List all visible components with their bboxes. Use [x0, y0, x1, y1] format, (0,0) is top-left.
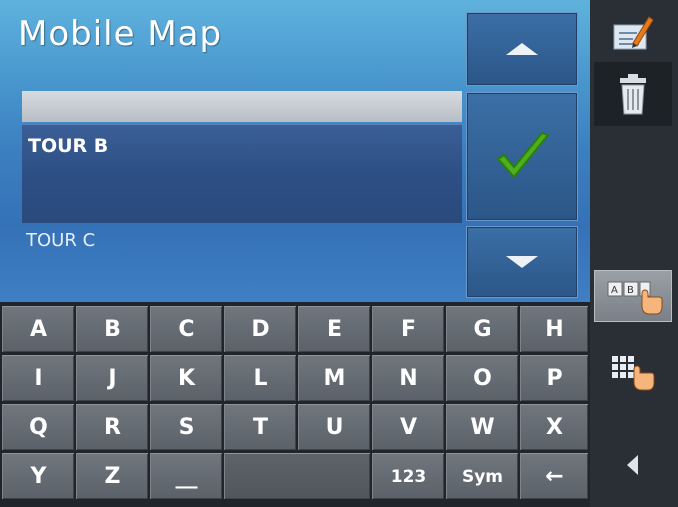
- screen: Mobile Map TOUR B TOUR C A B C D E F G H…: [0, 0, 678, 507]
- svg-text:A: A: [611, 285, 618, 296]
- abc-keyboard-button[interactable]: A B: [594, 270, 672, 322]
- key-b[interactable]: B: [76, 306, 148, 352]
- edit-notes-icon: [613, 16, 654, 50]
- keypad-grid-icon: [612, 356, 655, 391]
- main-panel: Mobile Map TOUR B TOUR C: [0, 0, 590, 302]
- key-a[interactable]: A: [2, 306, 74, 352]
- key-z[interactable]: Z: [76, 453, 148, 499]
- key-p[interactable]: P: [520, 355, 588, 401]
- app-title: Mobile Map: [18, 14, 223, 54]
- key-e[interactable]: E: [298, 306, 370, 352]
- scroll-up-button[interactable]: [466, 12, 578, 86]
- edit-button[interactable]: [594, 4, 672, 62]
- delete-button[interactable]: [594, 62, 672, 126]
- key-o[interactable]: O: [446, 355, 518, 401]
- keypad-button[interactable]: [594, 342, 672, 402]
- key-m[interactable]: M: [298, 355, 370, 401]
- on-screen-keyboard: A B C D E F G H I J K L M N O P Q R S T …: [0, 302, 590, 507]
- key-backspace[interactable]: ←: [520, 453, 588, 499]
- scroll-down-button[interactable]: [466, 226, 578, 298]
- key-f[interactable]: F: [372, 306, 444, 352]
- abc-keyboard-icon: A B: [607, 281, 663, 315]
- key-n[interactable]: N: [372, 355, 444, 401]
- arrow-up-icon: [506, 43, 538, 55]
- key-r[interactable]: R: [76, 404, 148, 450]
- key-t[interactable]: T: [224, 404, 296, 450]
- checkmark-icon: [496, 131, 550, 179]
- key-y[interactable]: Y: [2, 453, 74, 499]
- back-button[interactable]: [594, 430, 672, 500]
- key-j[interactable]: J: [76, 355, 148, 401]
- key-u[interactable]: U: [298, 404, 370, 450]
- key-c[interactable]: C: [150, 306, 222, 352]
- back-arrow-icon: [627, 455, 638, 475]
- arrow-down-icon: [506, 256, 538, 268]
- key-g[interactable]: G: [446, 306, 518, 352]
- key-x[interactable]: X: [520, 404, 588, 450]
- sidebar: A B: [590, 0, 678, 507]
- list-item-label: TOUR B: [28, 135, 109, 157]
- key-space[interactable]: [224, 453, 370, 499]
- list-item[interactable]: TOUR C: [26, 230, 95, 251]
- key-v[interactable]: V: [372, 404, 444, 450]
- search-input[interactable]: [22, 91, 462, 122]
- key-numbers[interactable]: 123: [372, 453, 444, 499]
- list-item-selected[interactable]: TOUR B: [22, 124, 462, 223]
- key-i[interactable]: I: [2, 355, 74, 401]
- key-l[interactable]: L: [224, 355, 296, 401]
- key-h[interactable]: H: [520, 306, 588, 352]
- svg-text:B: B: [627, 285, 634, 296]
- key-s[interactable]: S: [150, 404, 222, 450]
- key-q[interactable]: Q: [2, 404, 74, 450]
- key-symbols[interactable]: Sym: [446, 453, 518, 499]
- key-d[interactable]: D: [224, 306, 296, 352]
- key-underscore[interactable]: __: [150, 453, 222, 499]
- key-k[interactable]: K: [150, 355, 222, 401]
- trash-icon: [620, 74, 646, 115]
- confirm-button[interactable]: [466, 92, 578, 221]
- key-w[interactable]: W: [446, 404, 518, 450]
